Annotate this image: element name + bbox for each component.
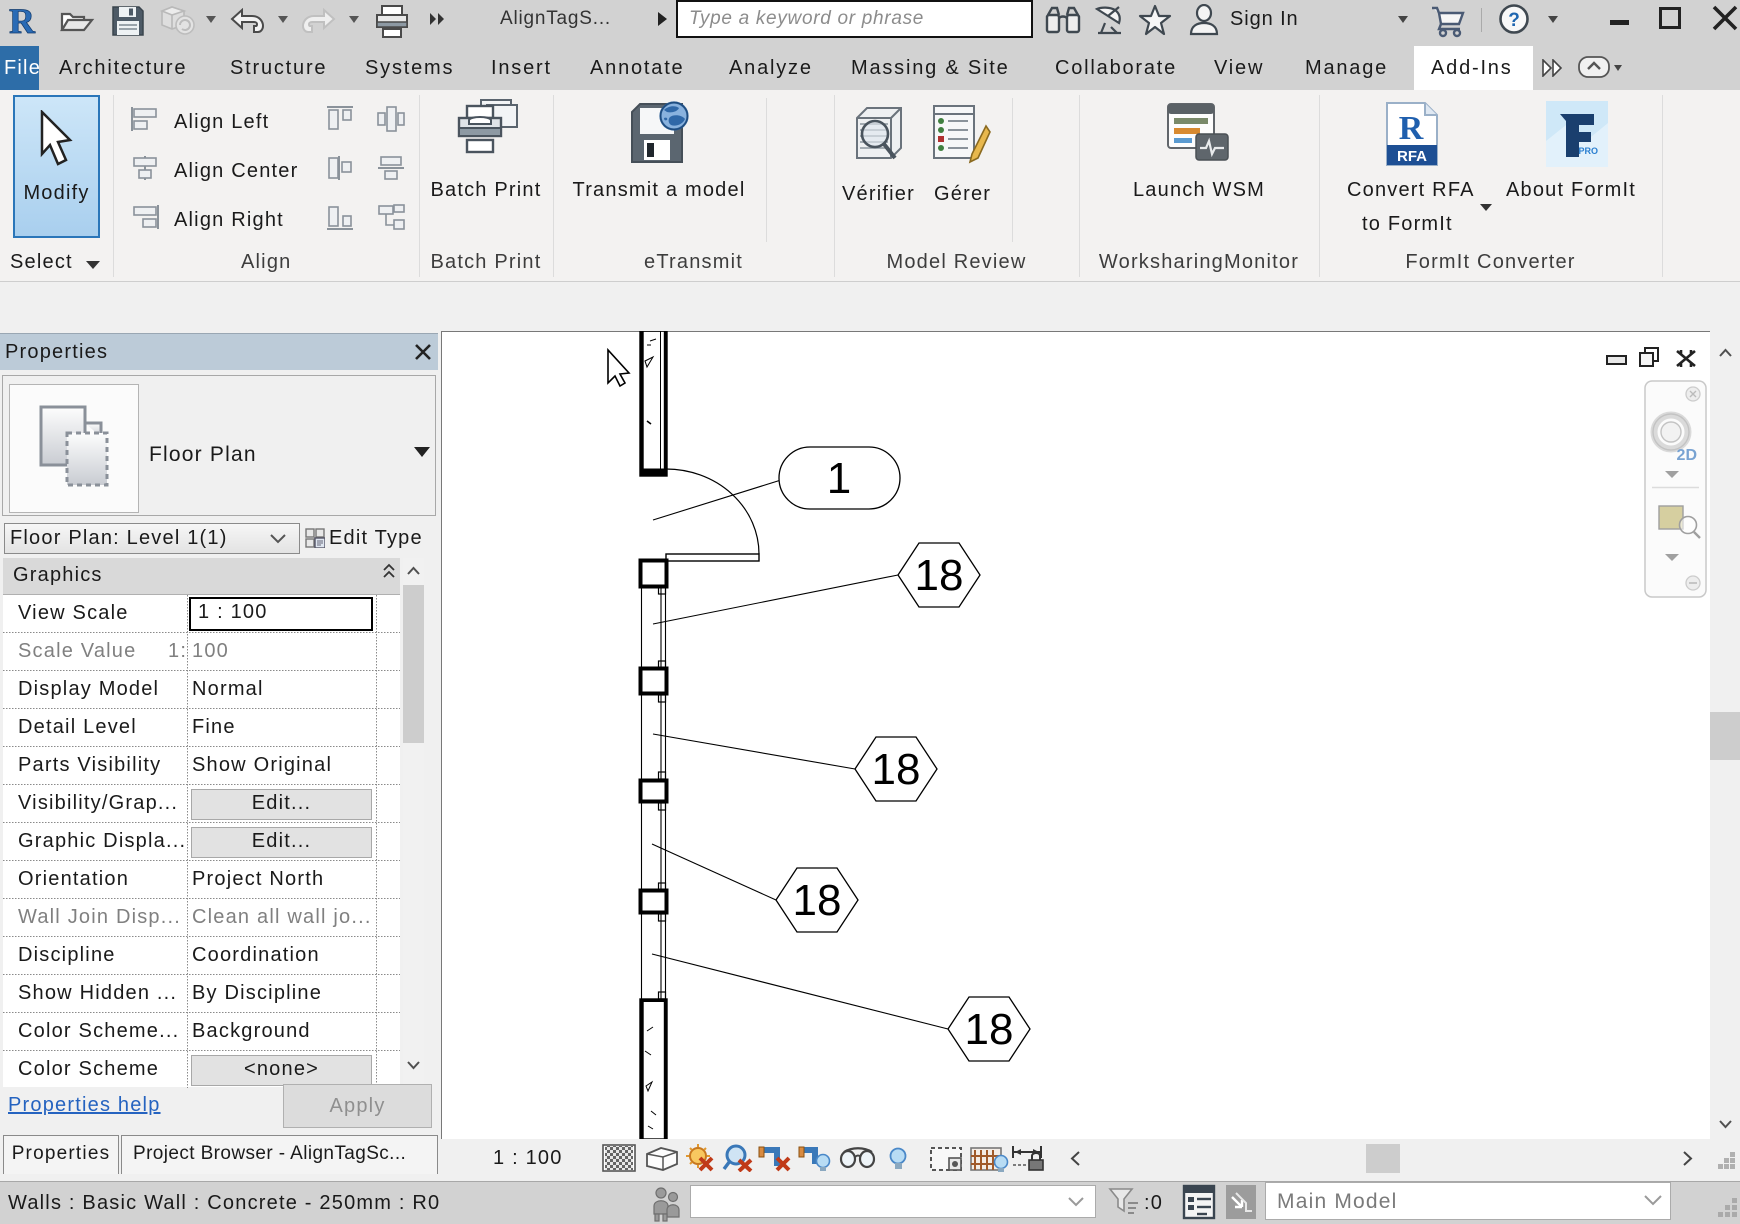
svg-text:R: R [1399,110,1424,147]
svg-text:PRO: PRO [1578,146,1598,156]
svg-text:18: 18 [915,551,964,600]
svg-text:18: 18 [872,745,921,794]
svg-text:2D: 2D [1677,447,1697,464]
svg-text:18: 18 [965,1005,1014,1054]
svg-text:18: 18 [793,876,842,925]
svg-text:1: 1 [827,454,851,503]
svg-text:R: R [9,3,36,39]
svg-text:RFA: RFA [1397,148,1427,165]
svg-text:?: ? [1508,10,1520,31]
